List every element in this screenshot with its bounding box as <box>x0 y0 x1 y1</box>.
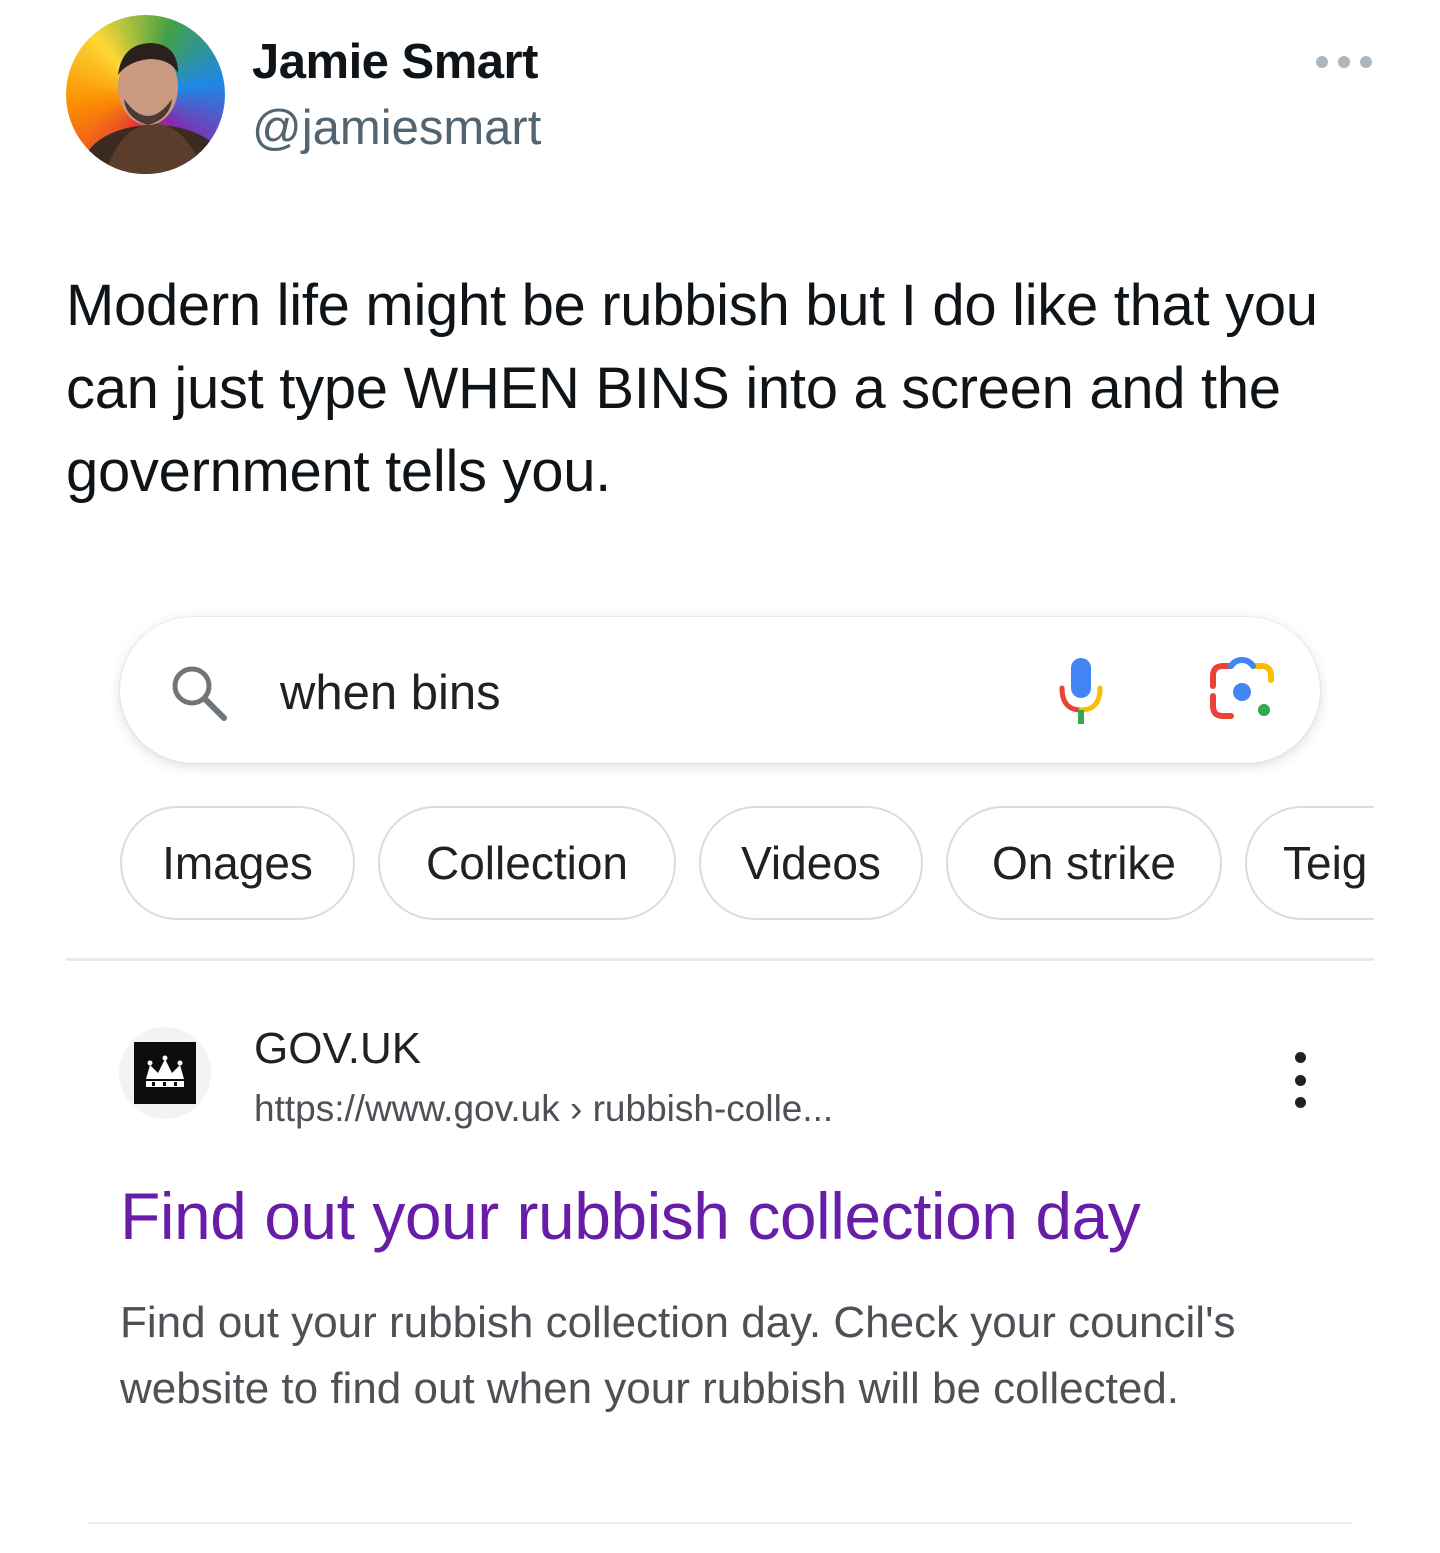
chip-on-strike[interactable]: On strike <box>946 806 1222 920</box>
chip-collection[interactable]: Collection <box>378 806 676 920</box>
crown-icon <box>146 1055 184 1087</box>
magnifier-icon[interactable] <box>168 662 230 724</box>
chip-videos[interactable]: Videos <box>699 806 923 920</box>
result-options-button[interactable] <box>1288 1052 1312 1108</box>
result-site-name[interactable]: GOV.UK <box>254 1024 421 1074</box>
search-input[interactable] <box>280 662 980 724</box>
site-favicon <box>119 1027 211 1119</box>
ellipsis-icon <box>1316 56 1328 68</box>
result-title-link[interactable]: Find out your rubbish collection day <box>120 1178 1141 1254</box>
result-snippet: Find out your rubbish collection day. Ch… <box>120 1298 1236 1413</box>
microphone-icon[interactable] <box>1056 656 1106 728</box>
bottom-divider <box>88 1522 1352 1524</box>
filter-chips: Images Collection Videos On strike Teig <box>120 806 1374 924</box>
author-name[interactable]: Jamie Smart <box>252 34 538 90</box>
more-options-button[interactable] <box>1316 50 1372 74</box>
google-lens-icon[interactable] <box>1207 656 1277 726</box>
tweet-text: Modern life might be rubbish but I do li… <box>66 273 1318 504</box>
result-url[interactable]: https://www.gov.uk › rubbish-colle... <box>254 1088 833 1130</box>
author-handle[interactable]: @jamiesmart <box>252 100 541 156</box>
avatar-photo <box>84 43 224 174</box>
avatar[interactable] <box>66 15 225 174</box>
divider <box>66 958 1374 961</box>
chip-images[interactable]: Images <box>120 806 355 920</box>
chip-teig[interactable]: Teig <box>1245 806 1374 920</box>
vertical-ellipsis-icon <box>1294 1052 1306 1063</box>
